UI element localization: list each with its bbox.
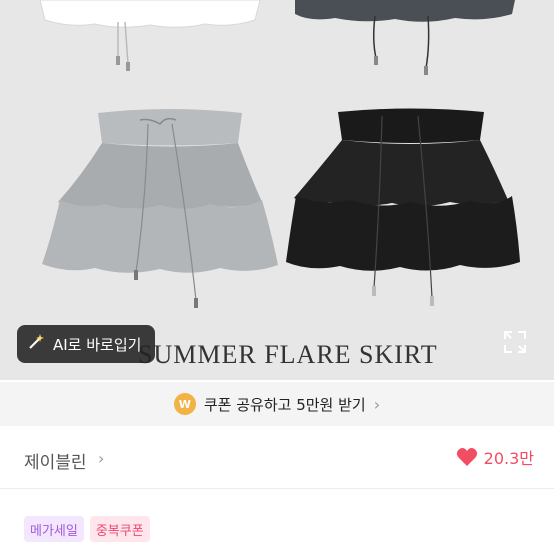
product-photo [39,0,520,308]
coupon-share-banner[interactable]: W 쿠폰 공유하고 5만원 받기 › [0,382,554,426]
grey-skirt-image [42,109,278,308]
duplicate-coupon-badge: 중복쿠폰 [89,516,150,542]
seller-name[interactable]: 제이블린 [24,448,87,473]
product-image-caption: SUMMER FLARE SKIRT [138,340,438,369]
magic-wand-icon [27,333,45,355]
seller-row[interactable]: 제이블린 › 20.3만 [0,430,554,488]
heart-icon [456,448,477,466]
white-skirt-image [39,0,261,71]
chevron-right-icon: › [373,394,381,414]
coupon-badge-icon: W [173,393,196,415]
black-skirt-image [286,108,520,306]
expand-icon[interactable] [503,330,527,354]
ai-try-on-button[interactable]: AI로 바로입기 [17,325,156,363]
divider [0,488,554,489]
mega-sale-badge: 메가세일 [24,516,84,542]
promo-badges: 메가세일 중복쿠폰 [24,516,150,542]
like-count: 20.3만 [483,449,534,468]
coupon-share-text: 쿠폰 공유하고 5만원 받기 [203,395,366,414]
charcoal-skirt-image [295,0,515,75]
ai-try-on-label: AI로 바로입기 [53,335,142,354]
product-image[interactable]: SUMMER FLARE SKIRT AI로 바로입기 [0,0,554,380]
like-button[interactable]: 20.3만 [456,445,534,469]
chevron-right-icon: › [98,449,105,468]
